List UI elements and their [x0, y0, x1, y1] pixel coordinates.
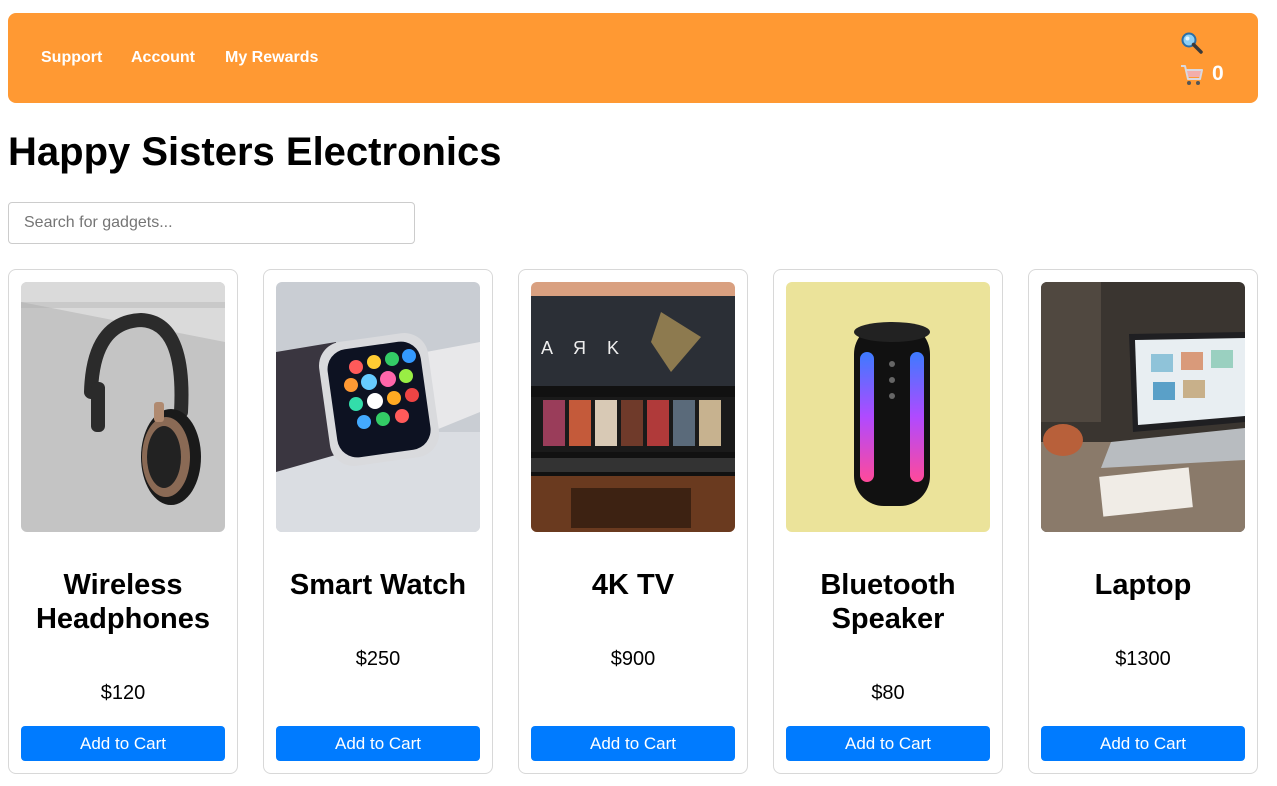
product-price: $900	[610, 648, 656, 670]
cart-count: 0	[1212, 62, 1224, 85]
product-card: Bluetooth Speaker $80 Add to Cart	[773, 269, 1003, 774]
smartwatch-photo	[276, 282, 480, 532]
nav-link-support[interactable]: Support	[41, 49, 102, 67]
search-icon[interactable]	[1180, 31, 1204, 55]
product-name: 4K TV	[591, 569, 675, 601]
product-price: $1300	[1115, 648, 1171, 670]
nav-icons: 0	[1180, 31, 1240, 91]
television-photo: A Я K	[531, 282, 735, 532]
add-to-cart-button[interactable]: Add to Cart	[276, 726, 480, 761]
shopping-cart-icon[interactable]	[1180, 63, 1204, 87]
product-name: Laptop	[1094, 569, 1192, 601]
add-to-cart-button[interactable]: Add to Cart	[531, 726, 735, 761]
product-price: $80	[871, 682, 905, 704]
svg-text:A Я K: A Я K	[541, 338, 627, 358]
top-navbar: Support Account My Rewards 0	[8, 13, 1258, 103]
nav-link-account[interactable]: Account	[131, 49, 195, 67]
headphones-photo	[21, 282, 225, 532]
product-card: Laptop $1300 Add to Cart	[1028, 269, 1258, 774]
search-input[interactable]	[8, 202, 415, 244]
speaker-photo	[786, 282, 990, 532]
add-to-cart-button[interactable]: Add to Cart	[21, 726, 225, 761]
add-to-cart-button[interactable]: Add to Cart	[1041, 726, 1245, 761]
product-price: $120	[100, 682, 146, 704]
add-to-cart-button[interactable]: Add to Cart	[786, 726, 990, 761]
nav-link-my-rewards[interactable]: My Rewards	[225, 49, 318, 67]
product-card: A Я K 4K TV $900 Add to Cart	[518, 269, 748, 774]
product-card: Smart Watch $250 Add to Cart	[263, 269, 493, 774]
product-name: Smart Watch	[289, 569, 467, 601]
product-name: Wireless Headphones	[35, 569, 211, 635]
laptop-photo	[1041, 282, 1245, 532]
product-price: $250	[355, 648, 401, 670]
product-name: Bluetooth Speaker	[820, 569, 956, 635]
page-title: Happy Sisters Electronics	[8, 130, 502, 174]
product-card: Wireless Headphones $120 Add to Cart	[8, 269, 238, 774]
